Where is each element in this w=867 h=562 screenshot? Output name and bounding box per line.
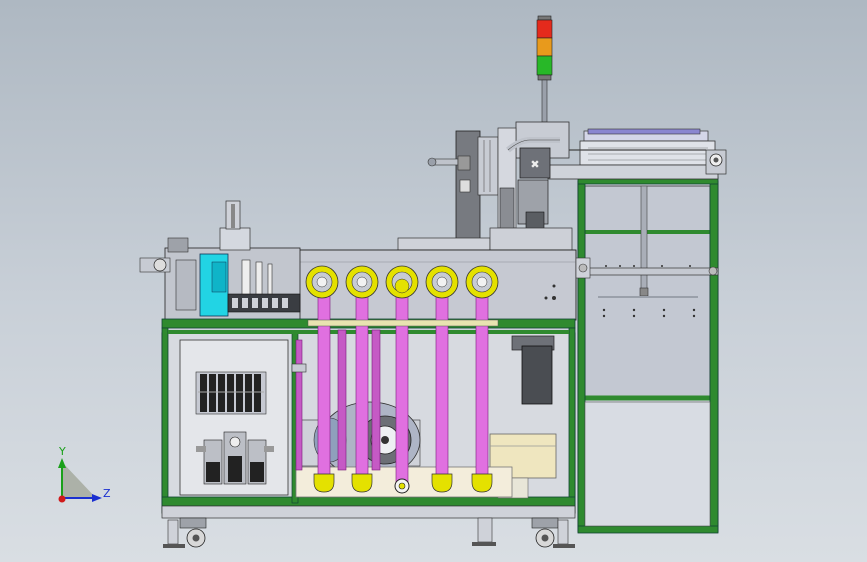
side-bracket [291, 363, 307, 373]
central-manipulator: ✖ [397, 121, 573, 251]
left-module [139, 200, 301, 321]
caster [163, 517, 207, 548]
casters [163, 517, 575, 548]
top-conveyor [547, 128, 727, 180]
z-axis-label: Z [103, 487, 111, 500]
flange [305, 265, 339, 299]
signal-tower [536, 15, 553, 123]
flange [345, 265, 379, 299]
coordinate-triad: Y Z [58, 445, 111, 503]
flange [465, 265, 499, 299]
flange [385, 265, 419, 299]
caster [531, 517, 575, 548]
x-axis-point [58, 495, 66, 503]
flange [425, 265, 459, 299]
svg-text:✖: ✖ [530, 158, 539, 171]
y-axis-label: Y [58, 445, 66, 458]
cad-viewport[interactable]: ✖ Y Z [0, 0, 867, 562]
electrical-panel [179, 339, 289, 496]
right-cabinet [577, 176, 719, 534]
triad-plane [62, 462, 96, 498]
machine-drawing: ✖ Y Z [58, 15, 727, 548]
